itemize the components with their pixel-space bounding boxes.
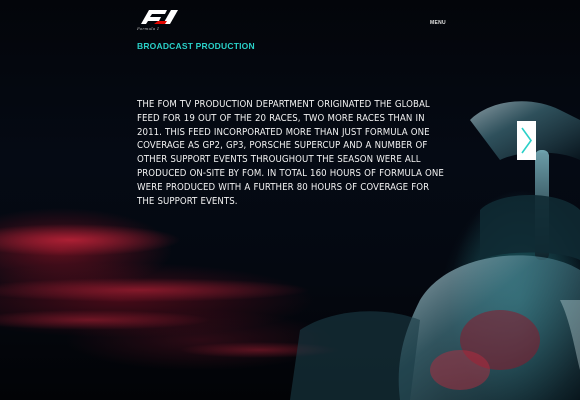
logo-tagline: Formula 1 <box>137 26 160 31</box>
menu-button[interactable]: MENU <box>430 20 446 26</box>
section-title: BROADCAST PRODUCTION <box>137 41 255 51</box>
next-slide-button[interactable] <box>517 121 536 160</box>
page-stage: Formula 1 MENU BROADCAST PRODUCTION THE … <box>0 0 580 400</box>
section-body-text: THE FOM TV PRODUCTION DEPARTMENT ORIGINA… <box>137 99 444 207</box>
chevron-right-icon <box>521 127 532 154</box>
